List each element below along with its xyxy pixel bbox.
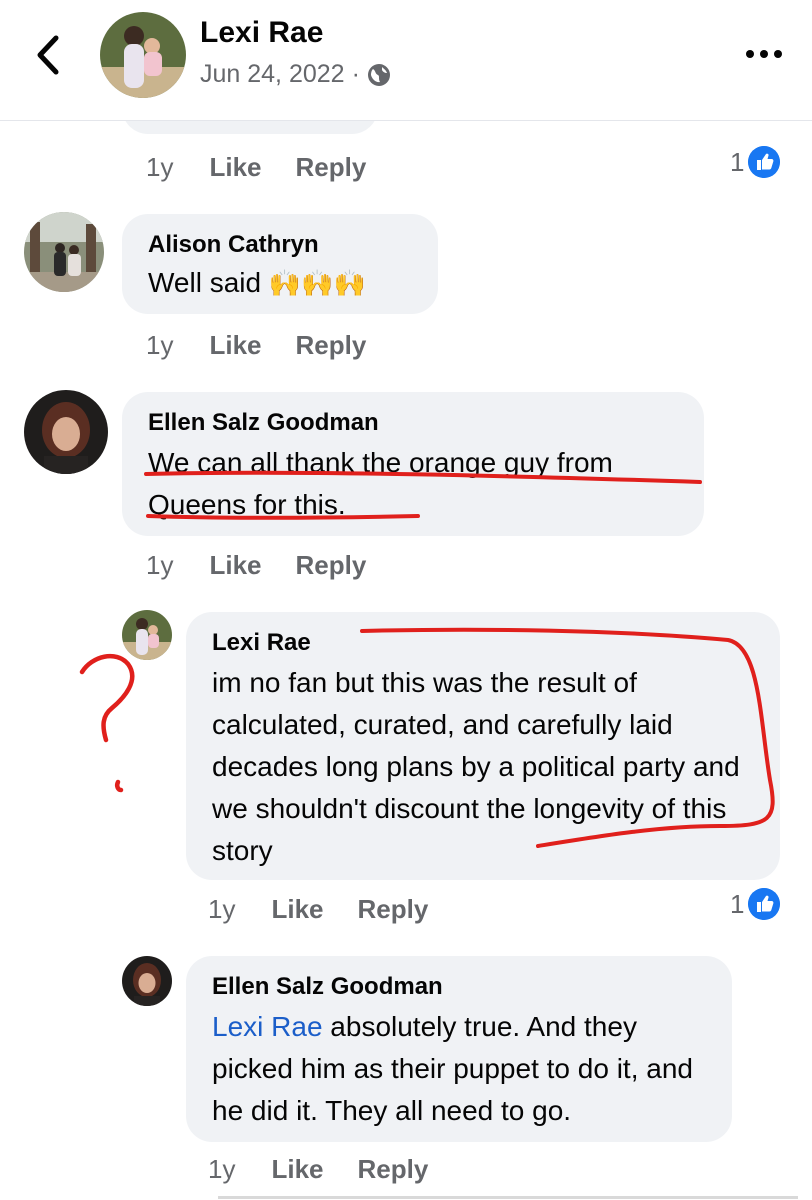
commenter-name[interactable]: Alison Cathryn — [148, 230, 412, 260]
post-date[interactable]: Jun 24, 2022 — [200, 60, 345, 89]
like-button[interactable]: Like — [271, 1154, 323, 1185]
reaction-count[interactable]: 1 — [730, 146, 781, 178]
avatar[interactable] — [24, 390, 108, 474]
meta-separator: · — [351, 60, 360, 88]
raising-hands-emoji: 🙌🙌🙌 — [268, 268, 366, 298]
back-button[interactable] — [30, 30, 70, 80]
comment-text: We can all thank the orange guy from Que… — [148, 447, 613, 520]
reaction-count[interactable]: 1 — [730, 888, 781, 920]
comment-actions: 1y Like Reply — [146, 550, 400, 581]
avatar[interactable] — [122, 610, 172, 660]
like-button[interactable]: Like — [209, 152, 261, 183]
like-button[interactable]: Like — [209, 550, 261, 581]
reply-button[interactable]: Reply — [296, 550, 367, 581]
avatar[interactable] — [122, 956, 172, 1006]
comment-actions: 1y Like Reply — [146, 330, 400, 361]
avatar[interactable] — [24, 212, 104, 292]
comment-text-body: Well said — [148, 267, 262, 298]
like-button[interactable]: Like — [209, 330, 261, 361]
comment-text: im no fan but this was the result of cal… — [212, 667, 740, 866]
comment-age: 1y — [146, 152, 174, 182]
thumbs-up-icon — [748, 888, 781, 920]
avatar[interactable] — [100, 12, 186, 98]
reply-button[interactable]: Reply — [358, 894, 429, 925]
comment-bubble: Alison Cathryn Well said 🙌🙌🙌 — [122, 214, 438, 314]
post-author-name[interactable]: Lexi Rae — [200, 16, 323, 50]
comment-text: Well said 🙌🙌🙌 — [148, 262, 412, 304]
comment-actions: 1y Like Reply — [208, 894, 462, 925]
post-meta: Jun 24, 2022 · — [200, 60, 391, 89]
reply-button[interactable]: Reply — [296, 330, 367, 361]
comment-age: 1y — [146, 550, 174, 580]
comment-text: Lexi Rae absolutely true. And they picke… — [212, 1006, 706, 1132]
comment-bubble: Ellen Salz Goodman We can all thank the … — [122, 392, 704, 536]
chevron-left-icon — [37, 35, 59, 75]
red-question-mark-dot — [114, 779, 124, 793]
comment-bubble: Ellen Salz Goodman Lexi Rae absolutely t… — [186, 956, 732, 1142]
comment-age: 1y — [208, 1154, 236, 1184]
reply-button[interactable]: Reply — [358, 1154, 429, 1185]
reply-button[interactable]: Reply — [296, 152, 367, 183]
post-header: Lexi Rae Jun 24, 2022 · — [0, 0, 812, 121]
comment-age: 1y — [146, 330, 174, 360]
commenter-name[interactable]: Ellen Salz Goodman — [212, 972, 706, 1002]
more-options-button[interactable] — [744, 42, 784, 66]
comment-age: 1y — [208, 894, 236, 924]
reaction-count-number: 1 — [730, 888, 745, 919]
more-options-icon — [746, 50, 754, 58]
globe-icon — [367, 63, 390, 86]
commenter-name[interactable]: Lexi Rae — [212, 628, 754, 658]
comment-actions: 1y Like Reply — [146, 152, 400, 183]
thumbs-up-icon — [748, 146, 781, 178]
like-button[interactable]: Like — [271, 894, 323, 925]
divider — [218, 1196, 798, 1199]
comment-actions: 1y Like Reply — [208, 1154, 462, 1185]
mention-link[interactable]: Lexi Rae — [212, 1011, 323, 1042]
comment-bubble: Lexi Rae im no fan but this was the resu… — [186, 612, 780, 880]
commenter-name[interactable]: Ellen Salz Goodman — [148, 408, 678, 438]
red-question-mark — [79, 653, 135, 743]
reaction-count-number: 1 — [730, 146, 745, 177]
